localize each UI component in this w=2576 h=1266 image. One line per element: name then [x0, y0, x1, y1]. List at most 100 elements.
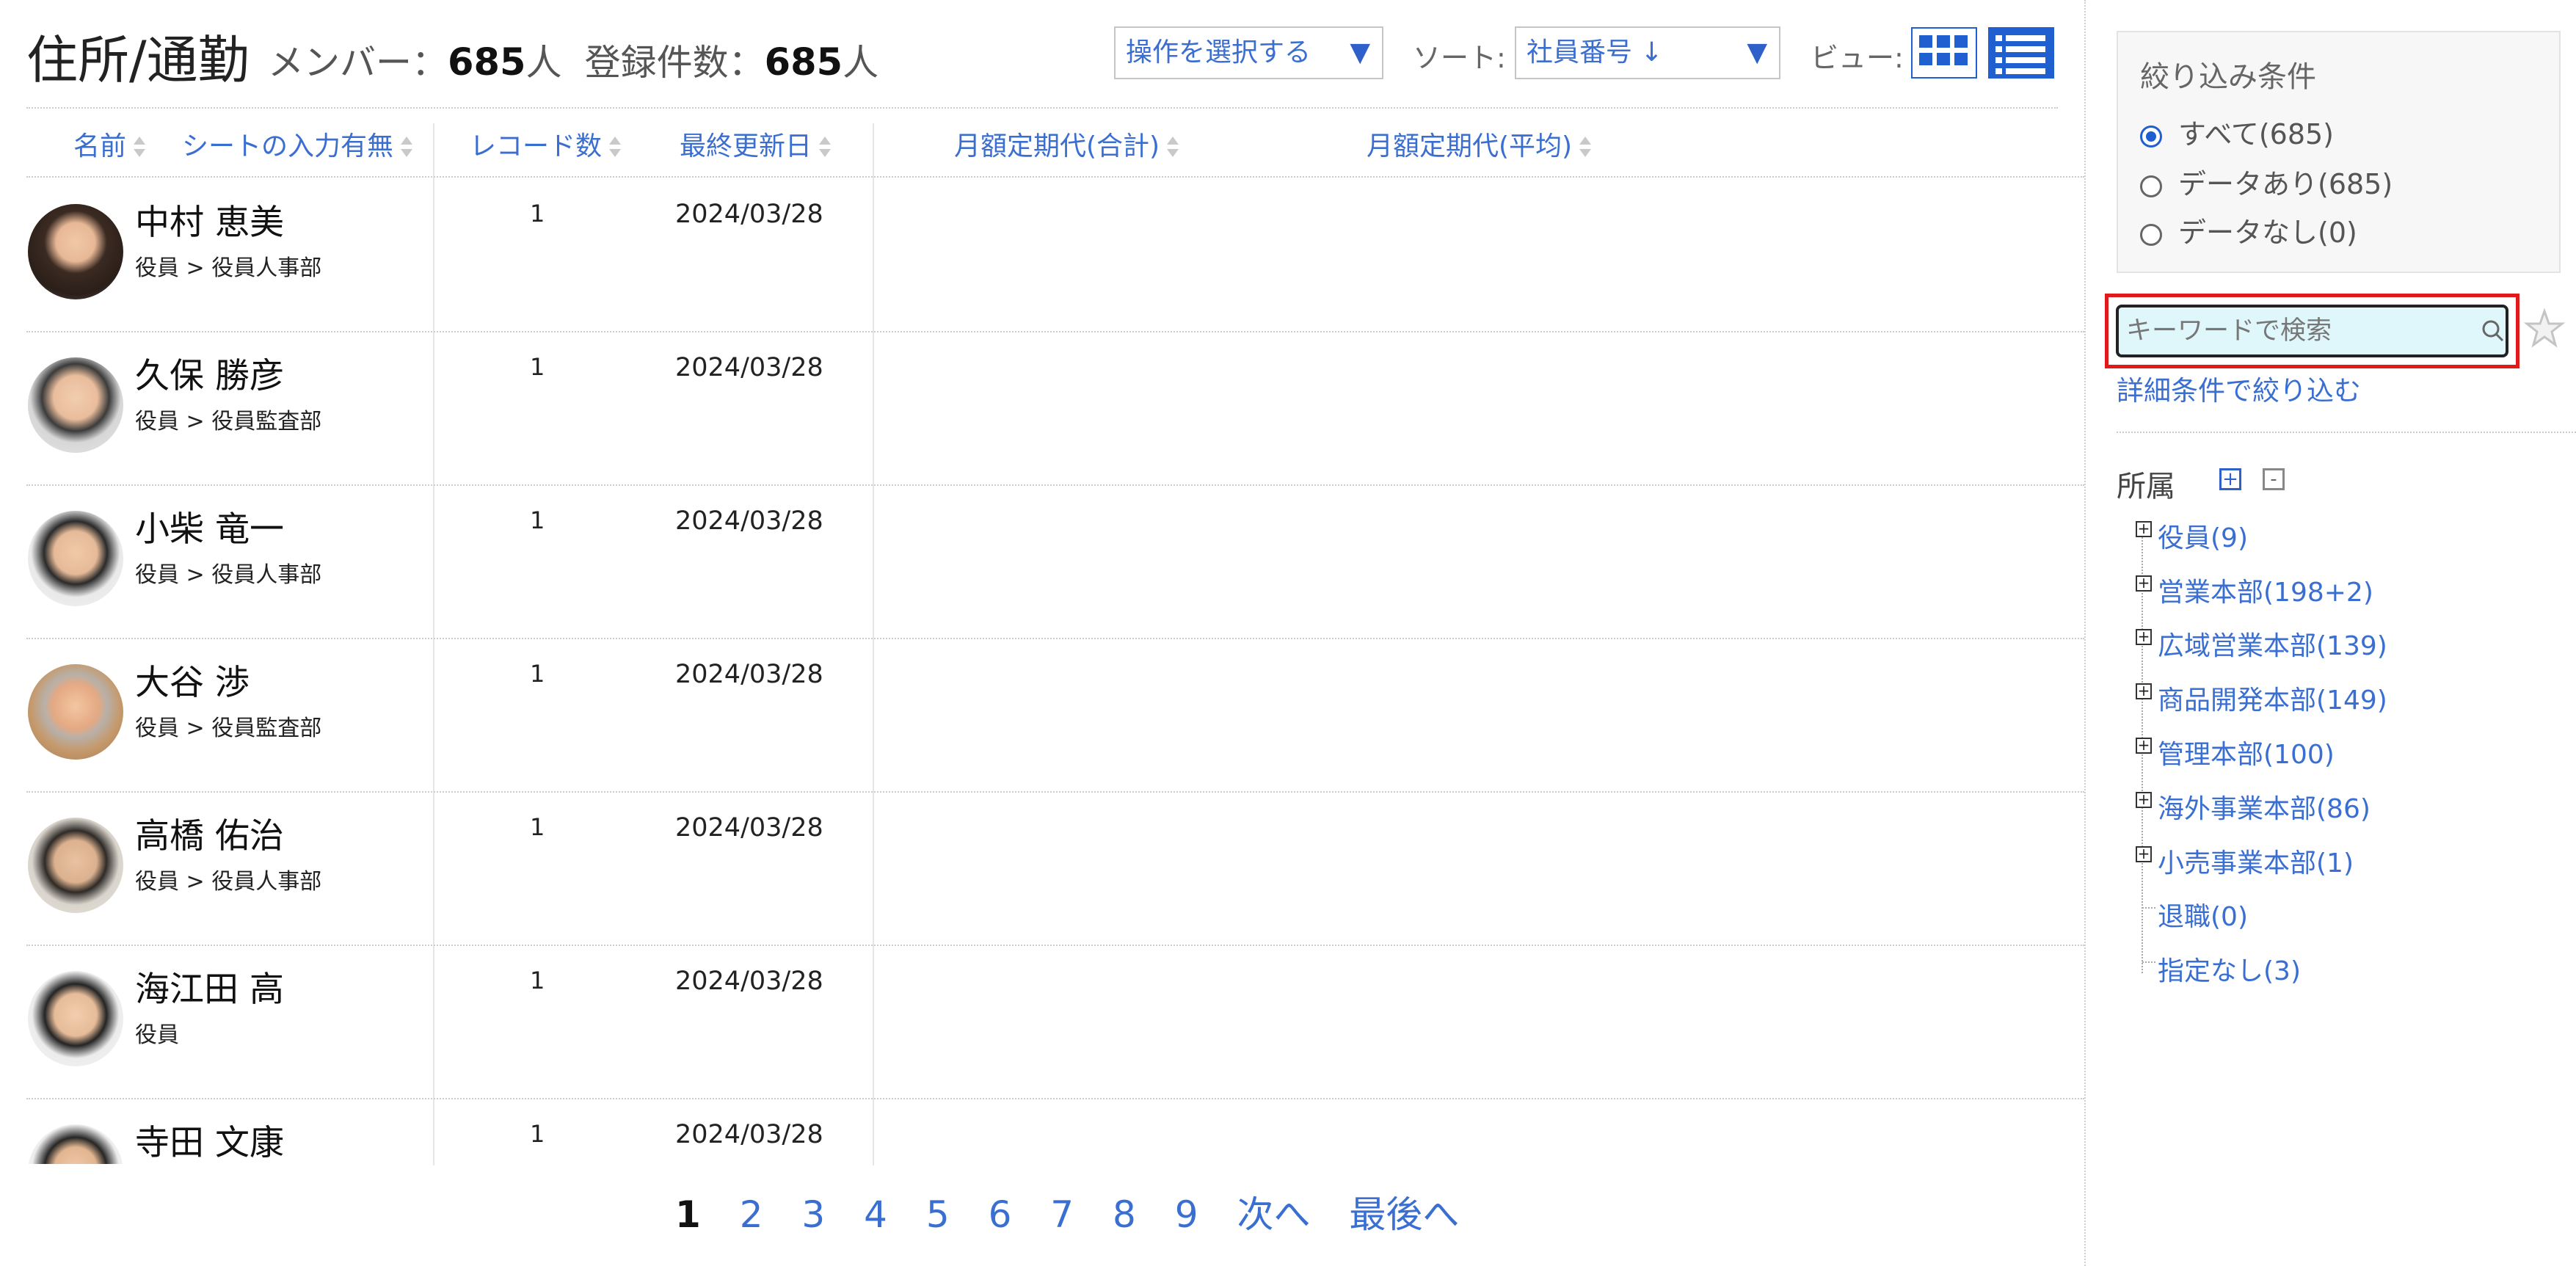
pagination: 1 2 3 4 5 6 7 8 9 次へ 最後へ [675, 1185, 1486, 1238]
next-page-link[interactable]: 次へ [1237, 1193, 1310, 1236]
employee-dept: 役員 > 役員監査部 [135, 409, 322, 434]
expand-icon[interactable]: + [2136, 521, 2152, 537]
employee-name[interactable]: 高橋 佑治 [135, 807, 284, 858]
page-link[interactable]: 6 [989, 1193, 1012, 1236]
last-page-link[interactable]: 最後へ [1349, 1193, 1459, 1236]
table-row[interactable]: 中村 恵美 役員 > 役員人事部 1 2024/03/28 [26, 178, 2084, 332]
action-select-value: 操作を選択する [1126, 37, 1311, 68]
dropdown-arrow-icon: ▼ [1350, 37, 1370, 68]
employee-name[interactable]: 寺田 文康 [135, 1114, 284, 1164]
search-icon[interactable] [2479, 317, 2508, 346]
employee-dept: 役員 > 役員人事部 [135, 869, 322, 895]
keyword-search-input[interactable] [2116, 305, 2508, 357]
members-count: 685 [448, 41, 526, 84]
record-count: 1 [530, 506, 545, 534]
star-icon[interactable] [2522, 307, 2566, 351]
employee-dept: 役員 > 役員人事部 [135, 562, 322, 588]
registered-unit: 人 [843, 42, 879, 84]
filter-title: 絞り込み条件 [2140, 60, 2316, 94]
collapse-all-button[interactable]: - [2263, 468, 2285, 490]
employee-dept: 役員 > 役員人事部 [135, 255, 322, 281]
employee-name[interactable]: 小柴 竜一 [135, 501, 284, 551]
table-row[interactable]: 寺田 文康 1 2024/03/28 [26, 1098, 2084, 1164]
avatar [28, 1124, 123, 1164]
filter-radio-all[interactable]: すべて(685) [2140, 112, 2334, 152]
page-title: 住所/通勤 [26, 30, 250, 90]
radio-selected-icon [2140, 125, 2162, 148]
page-link[interactable]: 4 [864, 1193, 887, 1236]
dropdown-arrow-icon: ▼ [1747, 37, 1767, 68]
expand-all-button[interactable]: + [2219, 468, 2241, 490]
registered-count: 685 [764, 41, 843, 84]
last-updated: 2024/03/28 [675, 967, 823, 996]
expand-icon[interactable]: + [2136, 738, 2152, 754]
last-updated: 2024/03/28 [675, 660, 823, 689]
radio-icon [2140, 175, 2162, 197]
avatar [28, 357, 123, 453]
employee-name[interactable]: 海江田 高 [135, 961, 284, 1011]
page-link[interactable]: 9 [1175, 1193, 1198, 1236]
col-header-monthly-pass-average[interactable]: 月額定期代(平均) [1367, 125, 1592, 163]
expand-icon[interactable]: + [2136, 629, 2152, 645]
sort-select-value: 社員番号 ↓ [1527, 37, 1663, 68]
sort-icon [399, 134, 413, 161]
table-row[interactable]: 海江田 高 役員 1 2024/03/28 [26, 945, 2084, 1099]
record-count: 1 [530, 200, 545, 228]
table-row[interactable]: 小柴 竜一 役員 > 役員人事部 1 2024/03/28 [26, 484, 2084, 639]
sort-icon [608, 134, 622, 161]
page-link-current[interactable]: 1 [675, 1193, 701, 1236]
sort-label: ソート: [1413, 42, 1506, 74]
sort-icon [1165, 134, 1179, 161]
page-link[interactable]: 3 [801, 1193, 825, 1236]
record-count: 1 [530, 813, 545, 841]
table-header-top-border [26, 107, 2058, 109]
expand-icon[interactable]: + [2136, 575, 2152, 592]
employee-name[interactable]: 中村 恵美 [135, 194, 284, 244]
sort-icon [132, 134, 146, 161]
table-row[interactable]: 久保 勝彦 役員 > 役員監査部 1 2024/03/28 [26, 331, 2084, 486]
list-view-button[interactable] [1988, 27, 2054, 79]
last-updated: 2024/03/28 [675, 353, 823, 382]
col-header-sheet-input[interactable]: シートの入力有無 [182, 125, 413, 163]
col-header-monthly-pass-total[interactable]: 月額定期代(合計) [954, 125, 1179, 163]
sort-select[interactable]: 社員番号 ↓ ▼ [1515, 26, 1780, 79]
sidebar-separator [2117, 432, 2576, 433]
member-counts: メンバー：685人 登録件数：685人 [268, 34, 878, 86]
page-link[interactable]: 8 [1113, 1193, 1136, 1236]
col-header-name[interactable]: 名前 [73, 125, 146, 163]
avatar [28, 818, 123, 913]
advanced-filter-link[interactable]: 詳細条件で絞り込む [2117, 368, 2361, 408]
expand-icon[interactable]: + [2136, 792, 2152, 808]
tree-branch [2142, 961, 2155, 963]
action-select[interactable]: 操作を選択する ▼ [1114, 26, 1383, 79]
col-header-record-count[interactable]: レコード数 [470, 125, 622, 163]
table-row[interactable]: 高橋 佑治 役員 > 役員人事部 1 2024/03/28 [26, 791, 2084, 946]
col-header-last-updated[interactable]: 最終更新日 [680, 125, 832, 163]
record-count: 1 [530, 967, 545, 994]
page-link[interactable]: 7 [1050, 1193, 1074, 1236]
table-row[interactable]: 大谷 渉 役員 > 役員監査部 1 2024/03/28 [26, 638, 2084, 793]
employee-dept: 役員 > 役員監査部 [135, 716, 322, 741]
record-count: 1 [530, 660, 545, 688]
employee-name[interactable]: 久保 勝彦 [135, 347, 284, 398]
grid-view-button[interactable] [1911, 27, 1977, 79]
record-count: 1 [530, 1120, 545, 1148]
employee-name[interactable]: 大谷 渉 [135, 654, 250, 705]
search-highlight-box [2105, 294, 2519, 368]
filter-radio-with-data[interactable]: データあり(685) [2140, 161, 2393, 202]
filter-radio-no-data[interactable]: データなし(0) [2140, 210, 2357, 250]
avatar [28, 971, 123, 1066]
last-updated: 2024/03/28 [675, 506, 823, 536]
expand-icon[interactable]: + [2136, 846, 2152, 862]
page-link[interactable]: 5 [926, 1193, 950, 1236]
members-unit: 人 [525, 42, 562, 84]
page-link[interactable]: 2 [740, 1193, 763, 1236]
employee-dept: 役員 [135, 1022, 179, 1048]
view-label: ビュー: [1811, 42, 1904, 74]
last-updated: 2024/03/28 [675, 813, 823, 843]
expand-icon[interactable]: + [2136, 683, 2152, 699]
filter-panel: 絞り込み条件 すべて(685) データあり(685) データなし(0) [2117, 31, 2561, 273]
last-updated: 2024/03/28 [675, 1120, 823, 1149]
avatar [28, 664, 123, 760]
sort-icon [1578, 134, 1592, 161]
